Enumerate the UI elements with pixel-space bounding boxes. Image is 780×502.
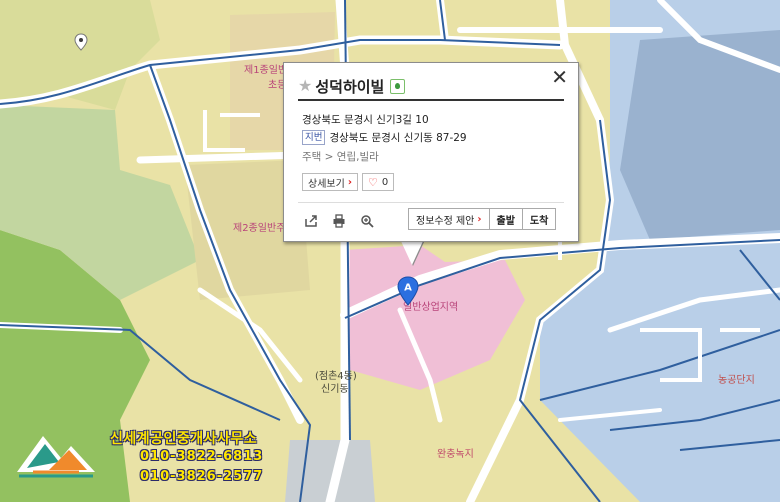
dong-label: 신기동: [321, 384, 349, 395]
brand-logo-icon: [17, 436, 95, 478]
chevron-right-icon: ›: [347, 176, 352, 188]
place-category[interactable]: 주택 > 연립,빌라: [302, 149, 379, 164]
close-icon[interactable]: ✕: [551, 67, 568, 87]
marker-letter: A: [404, 283, 412, 294]
road-address: 경상북도 문경시 신기3길 10: [302, 114, 429, 126]
industrial-label: 농공단지: [718, 375, 755, 386]
verified-badge-icon: [390, 78, 406, 94]
popup-tail: [400, 239, 424, 265]
popup-title-row: ★ 성덕하이빌: [298, 73, 564, 101]
star-icon[interactable]: ★: [298, 78, 312, 94]
brand-phone-2: 010-3826-2577: [140, 469, 264, 484]
green-label: 완충녹지: [437, 449, 474, 460]
detail-button[interactable]: 상세보기 ›: [302, 173, 358, 191]
place-popup: ★ 성덕하이빌 ✕ 경상북도 문경시 신기3길 10 지번 경상북도 문경시 신…: [283, 62, 579, 242]
print-icon[interactable]: [332, 214, 346, 228]
chevron-right-icon: ›: [477, 213, 482, 225]
zone2-label: 제2종일반주: [233, 223, 286, 234]
suggest-edit-label: 정보수정 제안: [416, 215, 475, 227]
detail-button-label: 상세보기: [308, 178, 345, 190]
location-pin-icon[interactable]: [74, 33, 88, 51]
jibun-tag: 지번: [302, 130, 326, 145]
like-button[interactable]: ♡ 0: [361, 173, 395, 191]
place-title[interactable]: 성덕하이빌: [315, 76, 384, 97]
brand-name: 신세계공인중개사사무소: [110, 431, 258, 447]
suggest-edit-button[interactable]: 정보수정 제안 ›: [408, 208, 490, 230]
like-count: 0: [381, 176, 389, 188]
zoom-icon[interactable]: [360, 214, 374, 228]
brand-phone-1: 010-3822-6813: [140, 449, 264, 464]
depart-button[interactable]: 출발: [488, 208, 523, 230]
popup-divider: [298, 202, 564, 203]
zone1-label: 제1종일반: [244, 65, 288, 76]
jibun-address: 경상북도 문경시 신기동 87-29: [329, 132, 467, 144]
place-marker[interactable]: A: [397, 276, 419, 306]
jibun-address-row: 지번 경상북도 문경시 신기동 87-29: [302, 130, 467, 145]
arrive-button[interactable]: 도착: [521, 208, 557, 230]
heart-icon: ♡: [367, 175, 378, 189]
share-icon[interactable]: [304, 214, 318, 228]
